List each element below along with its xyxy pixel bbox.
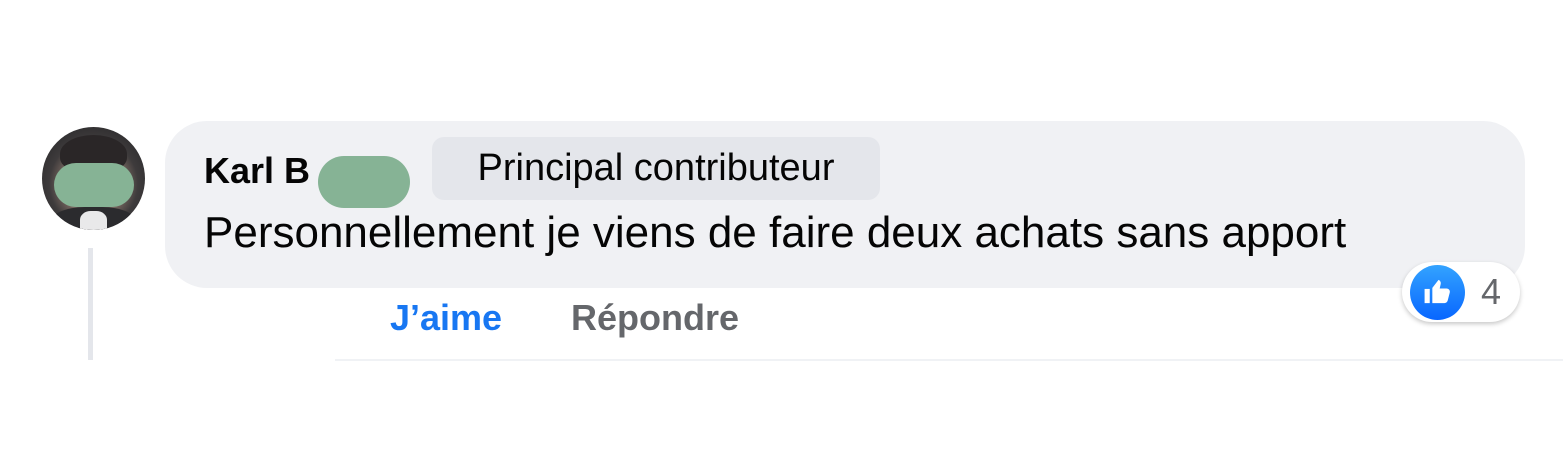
thumbs-up-icon (1410, 265, 1465, 320)
author-name[interactable]: Karl B (204, 149, 310, 193)
contributor-badge: Principal contributeur (432, 137, 880, 200)
user-avatar[interactable] (42, 127, 145, 230)
author-name-redaction (318, 156, 410, 208)
avatar-redaction-blur (54, 163, 134, 207)
comment-screen: Karl B Principal contributeur Personnell… (0, 0, 1563, 469)
reaction-summary[interactable]: 4 (1402, 262, 1520, 322)
avatar-collar-shape (80, 211, 107, 230)
reaction-count: 4 (1481, 271, 1502, 312)
reply-button[interactable]: Répondre (571, 296, 739, 340)
comment-divider (335, 359, 1563, 361)
reply-thread-line (88, 248, 93, 360)
thumbs-up-glyph (1424, 279, 1450, 304)
like-button[interactable]: J’aime (390, 296, 502, 340)
comment-text: Personnellement je viens de faire deux a… (204, 208, 1347, 257)
